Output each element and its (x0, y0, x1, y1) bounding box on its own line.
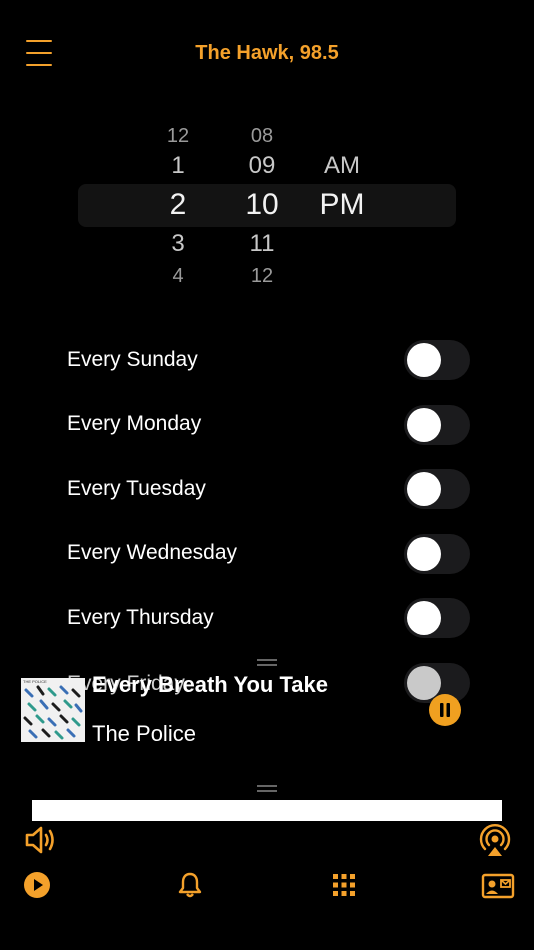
playback-progress-bar[interactable] (32, 800, 502, 821)
day-label-wednesday: Every Wednesday (67, 541, 238, 564)
day-label-tuesday: Every Tuesday (67, 477, 206, 500)
picker-hour-option[interactable]: 3 (150, 230, 206, 258)
toggle-monday[interactable] (404, 405, 470, 445)
volume-button[interactable] (24, 824, 58, 856)
album-art-image (21, 678, 85, 742)
alarm-bell-tab[interactable] (177, 871, 203, 899)
contact-card-tab[interactable] (481, 872, 515, 900)
volume-icon (25, 826, 54, 854)
contact-card-icon (481, 873, 515, 899)
picker-hour-option[interactable]: 12 (150, 126, 206, 142)
player-expand-handle[interactable] (257, 785, 277, 793)
toggle-knob (407, 408, 441, 442)
picker-minute-option[interactable]: 08 (232, 126, 292, 142)
picker-period-selected[interactable]: PM (310, 188, 374, 222)
album-art[interactable]: THE POLICE (21, 678, 85, 742)
picker-minute-option[interactable]: 11 (232, 230, 292, 258)
toggle-wednesday[interactable] (404, 534, 470, 574)
mini-player-drag-handle[interactable] (257, 659, 277, 667)
track-title[interactable]: Every Breath You Take (92, 672, 328, 698)
picker-minute-selected[interactable]: 10 (232, 188, 292, 222)
picker-hour-option[interactable]: 1 (150, 152, 206, 180)
picker-hour-selected[interactable]: 2 (150, 188, 206, 222)
toggle-tuesday[interactable] (404, 469, 470, 509)
picker-minute-option[interactable]: 12 (232, 266, 292, 282)
album-art-caption: THE POLICE (23, 679, 47, 684)
airplay-button[interactable] (478, 822, 512, 858)
picker-period-option[interactable]: AM (310, 152, 374, 180)
day-label-thursday: Every Thursday (67, 606, 214, 629)
keypad-grid-tab[interactable] (332, 873, 356, 897)
picker-minute-option[interactable]: 09 (232, 152, 292, 180)
day-label-sunday: Every Sunday (67, 348, 198, 371)
picker-hour-option[interactable]: 4 (150, 266, 206, 282)
bell-icon (178, 872, 202, 898)
pause-icon (440, 703, 450, 717)
artist-name[interactable]: The Police (92, 721, 196, 747)
airplay-icon (479, 824, 511, 856)
toggle-knob (407, 601, 441, 635)
day-label-monday: Every Monday (67, 412, 202, 435)
toggle-knob (407, 537, 441, 571)
grid-icon (333, 874, 355, 896)
toggle-sunday[interactable] (404, 340, 470, 380)
toggle-knob (407, 343, 441, 377)
pause-button[interactable] (429, 694, 461, 726)
play-icon (24, 872, 50, 898)
toggle-thursday[interactable] (404, 598, 470, 638)
play-tab[interactable] (23, 871, 51, 899)
toggle-knob (407, 472, 441, 506)
station-title: The Hawk, 98.5 (195, 42, 339, 64)
